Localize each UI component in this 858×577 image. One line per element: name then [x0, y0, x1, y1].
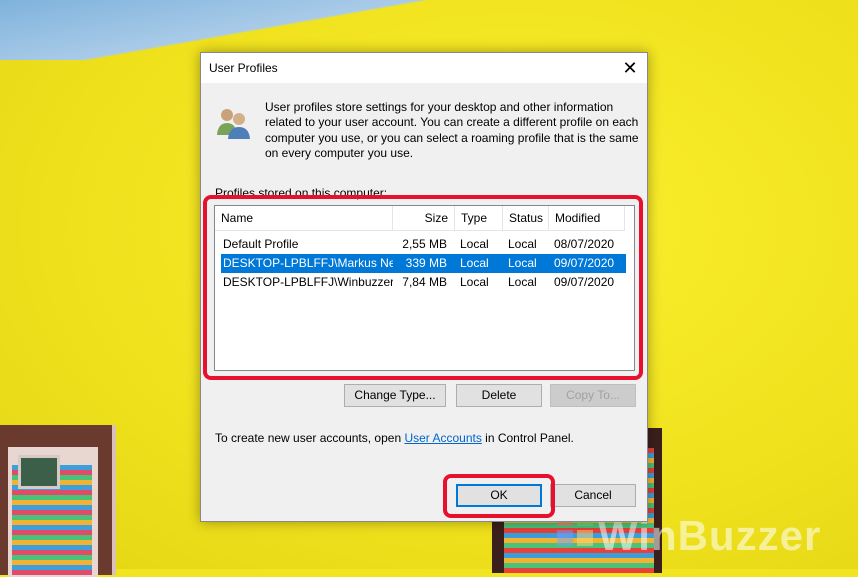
footer-text-before: To create new user accounts, open [215, 431, 405, 445]
background-sky [0, 0, 858, 60]
change-type-button[interactable]: Change Type... [344, 384, 446, 407]
copy-to-button[interactable]: Copy To... [550, 384, 636, 407]
cancel-button[interactable]: Cancel [550, 484, 636, 507]
user-accounts-link[interactable]: User Accounts [404, 431, 481, 445]
footer-text: To create new user accounts, open User A… [215, 431, 574, 445]
highlight-ok-button [443, 474, 555, 518]
title-bar[interactable]: User Profiles ✕ [201, 53, 647, 83]
close-button[interactable]: ✕ [613, 53, 647, 83]
background-window-left [0, 425, 116, 577]
dialog-description: User profiles store settings for your de… [265, 100, 639, 160]
close-icon: ✕ [622, 58, 638, 78]
users-icon [217, 109, 250, 139]
dialog-title: User Profiles [209, 61, 278, 75]
delete-button[interactable]: Delete [456, 384, 542, 407]
highlight-profiles-list [203, 195, 643, 380]
footer-text-after: in Control Panel. [481, 431, 574, 445]
